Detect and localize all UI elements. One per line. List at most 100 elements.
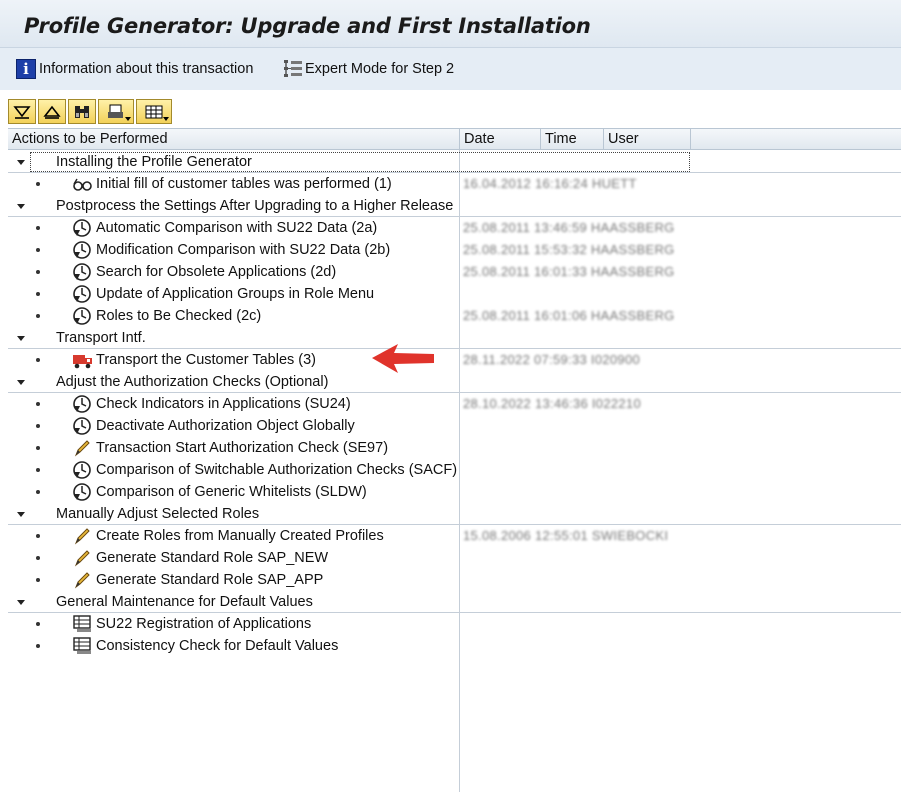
tree-item-row[interactable]: Check Indicators in Applications (SU24) 2… (8, 393, 901, 415)
tree-item-row[interactable]: Transport the Customer Tables (3) 28.11.2… (8, 349, 901, 371)
expand-caret-icon[interactable] (17, 380, 25, 385)
expert-mode-button[interactable]: Expert Mode for Step 2 (282, 58, 454, 80)
expand-caret-icon[interactable] (17, 204, 25, 209)
pencil-icon[interactable] (72, 548, 92, 568)
item-label[interactable]: Generate Standard Role SAP_APP (96, 572, 323, 588)
expand-caret-icon[interactable] (17, 512, 25, 517)
log-entry-blurred: 28.11.2022 07:59:33 I020900 (463, 352, 641, 367)
item-label[interactable]: Initial fill of customer tables was perf… (96, 176, 392, 192)
bullet-icon (36, 644, 40, 648)
item-label[interactable]: Consistency Check for Default Values (96, 638, 338, 654)
tree-item-row[interactable]: Search for Obsolete Applications (2d) 25.… (8, 261, 901, 283)
tree-item-row[interactable]: Consistency Check for Default Values (8, 635, 901, 657)
pencil-icon[interactable] (72, 438, 92, 458)
column-header-row: Actions to be Performed Date Time User (8, 128, 901, 150)
tree-item-row[interactable]: SU22 Registration of Applications (8, 613, 901, 635)
tree-section-row[interactable]: General Maintenance for Default Values (8, 591, 901, 613)
clock-execute-icon[interactable] (72, 306, 92, 326)
clock-execute-icon[interactable] (72, 482, 92, 502)
expand-caret-icon[interactable] (17, 600, 25, 605)
information-button[interactable]: i Information about this transaction (16, 58, 253, 80)
item-label[interactable]: Comparison of Generic Whitelists (SLDW) (96, 484, 367, 500)
expert-mode-button-label: Expert Mode for Step 2 (305, 61, 455, 77)
tree-section-row[interactable]: Installing the Profile Generator (8, 151, 901, 173)
section-label: Manually Adjust Selected Roles (56, 506, 260, 522)
column-header-user[interactable]: User (604, 129, 691, 150)
column-header-time[interactable]: Time (541, 129, 604, 150)
title-bar: Profile Generator: Upgrade and First Ins… (0, 0, 901, 48)
tree-item-row[interactable]: Generate Standard Role SAP_NEW (8, 547, 901, 569)
item-label[interactable]: Update of Application Groups in Role Men… (96, 286, 374, 302)
bullet-icon (36, 424, 40, 428)
item-label[interactable]: Search for Obsolete Applications (2d) (96, 264, 336, 280)
print-button[interactable] (98, 99, 134, 124)
layout-button[interactable] (136, 99, 172, 124)
item-label[interactable]: SU22 Registration of Applications (96, 616, 311, 632)
print-icon (108, 104, 123, 118)
clock-execute-icon[interactable] (72, 416, 92, 436)
tree-item-row[interactable]: Comparison of Switchable Authorization C… (8, 459, 901, 481)
section-label: Adjust the Authorization Checks (Optiona… (56, 374, 329, 390)
bullet-icon (36, 446, 40, 450)
expand-caret-icon[interactable] (17, 160, 25, 165)
bullet-icon (36, 468, 40, 472)
item-label[interactable]: Deactivate Authorization Object Globally (96, 418, 355, 434)
window-title: Profile Generator: Upgrade and First Ins… (24, 14, 591, 38)
tree-item-row[interactable]: Automatic Comparison with SU22 Data (2a)… (8, 217, 901, 239)
item-label[interactable]: Check Indicators in Applications (SU24) (96, 396, 351, 412)
column-header-date[interactable]: Date (460, 129, 541, 150)
find-button[interactable] (68, 99, 96, 124)
layout-dropdown-icon (163, 117, 169, 121)
pencil-icon[interactable] (72, 570, 92, 590)
print-dropdown-icon (125, 117, 131, 121)
section-label: Transport Intf. (56, 330, 146, 346)
item-label[interactable]: Generate Standard Role SAP_NEW (96, 550, 328, 566)
tree-item-row[interactable]: Generate Standard Role SAP_APP (8, 569, 901, 591)
log-entry-blurred: 15.08.2006 12:55:01 SWIEBOCKI (463, 528, 669, 543)
tree-section-row[interactable]: Postprocess the Settings After Upgrading… (8, 195, 901, 217)
tree-item-row[interactable]: Transaction Start Authorization Check (S… (8, 437, 901, 459)
tree-section-row[interactable]: Adjust the Authorization Checks (Optiona… (8, 371, 901, 393)
item-label[interactable]: Comparison of Switchable Authorization C… (96, 462, 457, 478)
table-icon[interactable] (72, 636, 92, 656)
item-label[interactable]: Roles to Be Checked (2c) (96, 308, 261, 324)
truck-icon[interactable] (72, 350, 92, 370)
tree-item-row[interactable]: Create Roles from Manually Created Profi… (8, 525, 901, 547)
tree-item-row[interactable]: Deactivate Authorization Object Globally (8, 415, 901, 437)
item-label[interactable]: Modification Comparison with SU22 Data (… (96, 242, 390, 258)
clock-execute-icon[interactable] (72, 284, 92, 304)
information-button-label: Information about this transaction (39, 61, 254, 77)
pencil-icon[interactable] (72, 526, 92, 546)
collapse-all-button[interactable] (38, 99, 66, 124)
item-label[interactable]: Transaction Start Authorization Check (S… (96, 440, 388, 456)
item-label[interactable]: Create Roles from Manually Created Profi… (96, 528, 384, 544)
bullet-icon (36, 556, 40, 560)
expand-all-button[interactable] (8, 99, 36, 124)
item-label[interactable]: Transport the Customer Tables (3) (96, 352, 316, 368)
tree-item-row[interactable]: Modification Comparison with SU22 Data (… (8, 239, 901, 261)
section-label: Postprocess the Settings After Upgrading… (56, 198, 454, 214)
table-icon[interactable] (72, 614, 92, 634)
item-label[interactable]: Automatic Comparison with SU22 Data (2a) (96, 220, 377, 236)
clock-execute-icon[interactable] (72, 460, 92, 480)
clock-execute-icon[interactable] (72, 240, 92, 260)
expand-caret-icon[interactable] (17, 336, 25, 341)
log-entry-blurred: 25.08.2011 16:01:33 HAASSBERG (463, 264, 675, 279)
tree-item-row[interactable]: Comparison of Generic Whitelists (SLDW) (8, 481, 901, 503)
bullet-icon (36, 578, 40, 582)
column-header-actions[interactable]: Actions to be Performed (8, 129, 460, 150)
info-icon: i (16, 59, 36, 79)
clock-execute-icon[interactable] (72, 218, 92, 238)
clock-execute-icon[interactable] (72, 262, 92, 282)
glasses-icon[interactable] (72, 174, 92, 194)
tree-item-row[interactable]: Initial fill of customer tables was perf… (8, 173, 901, 195)
collapse-all-icon (43, 105, 61, 119)
clock-execute-icon[interactable] (72, 394, 92, 414)
bullet-icon (36, 248, 40, 252)
table-layout-icon (145, 105, 163, 118)
tree-item-row[interactable]: Roles to Be Checked (2c) 25.08.2011 16:01… (8, 305, 901, 327)
tree-item-row[interactable]: Update of Application Groups in Role Men… (8, 283, 901, 305)
bullet-icon (36, 490, 40, 494)
tree-section-row[interactable]: Manually Adjust Selected Roles (8, 503, 901, 525)
tree-section-row[interactable]: Transport Intf. (8, 327, 901, 349)
